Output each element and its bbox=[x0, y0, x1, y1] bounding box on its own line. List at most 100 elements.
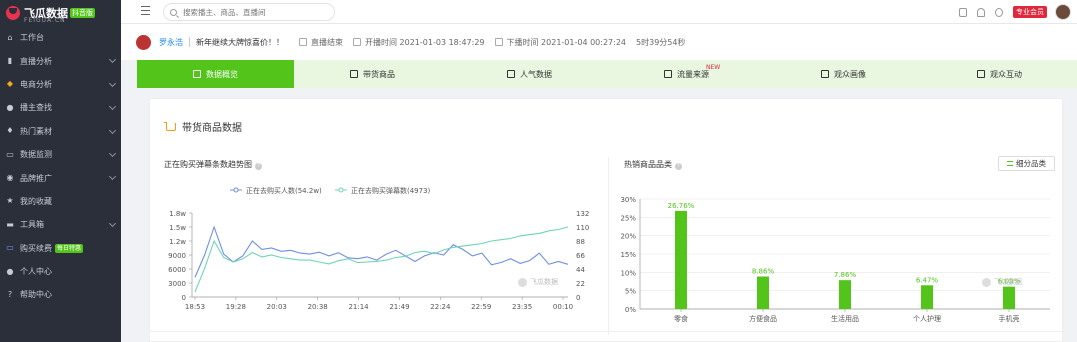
x-tick-label: 18:53 bbox=[185, 303, 205, 311]
tab[interactable]: 带货商品 bbox=[294, 60, 451, 88]
y-tick-label: 10% bbox=[620, 269, 636, 277]
subcategory-button-label: 细分品类 bbox=[1016, 159, 1046, 168]
help-icon[interactable]: ? bbox=[675, 163, 682, 170]
watermark-text: 飞瓜数据 bbox=[530, 278, 558, 286]
menu-toggle-icon[interactable] bbox=[141, 6, 150, 15]
sidebar-item[interactable]: ◉ 品牌推广 bbox=[0, 166, 121, 189]
x-tick-label: 方便食品 bbox=[749, 314, 777, 323]
anchor-avatar[interactable] bbox=[136, 34, 151, 50]
purchase-trend-chart[interactable]: 正在去购买人数(54.2w) 正在去购买弹幕数(4973) 0 3000 6000 900… bbox=[150, 181, 600, 319]
sidebar-item[interactable]: ♦ 热门素材 bbox=[0, 120, 121, 143]
y-right-tick-label: 88 bbox=[576, 238, 585, 246]
sidebar-item[interactable]: ▬ 工具箱 bbox=[0, 213, 121, 236]
tab[interactable]: 数据概览 bbox=[137, 60, 294, 88]
chart-bars-icon bbox=[193, 70, 201, 78]
sidebar-item[interactable]: ▮ 直播分析 bbox=[0, 49, 121, 72]
y-left-tick-label: 1.8w bbox=[169, 210, 186, 218]
bar[interactable] bbox=[757, 276, 769, 309]
sidebar-item[interactable]: ◆ 电商分析 bbox=[0, 73, 121, 96]
subcategory-button[interactable]: 细分品类 bbox=[998, 156, 1055, 171]
toolbox-icon: ▬ bbox=[6, 219, 14, 229]
sidebar-item-label: 电商分析 bbox=[20, 79, 52, 89]
sidebar-item-label: 品牌推广 bbox=[20, 173, 52, 183]
help-icon[interactable]: ? bbox=[255, 163, 262, 170]
section-title: 带货商品数据 bbox=[164, 119, 242, 134]
y-right-tick-label: 22 bbox=[576, 280, 585, 288]
chevron-down-icon bbox=[108, 220, 117, 228]
chevron-down-icon bbox=[108, 56, 117, 64]
start-time: 开播时间 2021-01-03 18:47:29 bbox=[353, 37, 485, 48]
x-tick-label: 20:03 bbox=[267, 303, 287, 311]
legend-label[interactable]: 正在去购买人数(54.2w) bbox=[246, 186, 322, 195]
divider bbox=[189, 37, 190, 47]
chart-divider bbox=[608, 157, 609, 335]
bar[interactable] bbox=[1003, 286, 1015, 309]
brand-badge: 抖音版 bbox=[70, 8, 95, 18]
series-line[interactable] bbox=[194, 225, 569, 278]
y-right-tick-label: 110 bbox=[576, 224, 589, 232]
y-tick-label: 5% bbox=[625, 288, 636, 296]
live-status: 直播结束 bbox=[299, 37, 343, 48]
search-input[interactable] bbox=[183, 7, 323, 17]
legend-label[interactable]: 正在去购买弹幕数(4973) bbox=[351, 186, 431, 195]
promo-badge: 每日特惠 bbox=[55, 243, 84, 253]
y-tick-label: 25% bbox=[620, 214, 636, 222]
logo-icon bbox=[6, 6, 20, 20]
sidebar-item[interactable]: ▭ 购买续费 每日特惠 bbox=[0, 237, 121, 260]
panel-divider bbox=[150, 331, 1064, 332]
sidebar-nav: ⌂ 工作台 ▮ 直播分析 ◆ 电商分析 ● 播主查找 ♦ 热门素材 ▭ 数据监测 ◉ 品牌推广 ★ 我的收藏 ▬… bbox=[0, 26, 121, 307]
mobile-icon[interactable] bbox=[959, 7, 967, 17]
home-icon: ⌂ bbox=[7, 32, 13, 42]
headset-icon[interactable] bbox=[995, 7, 1003, 17]
x-tick-label: 22:59 bbox=[471, 303, 491, 311]
sidebar-item[interactable]: ● 个人中心 bbox=[0, 260, 121, 283]
bell-icon[interactable] bbox=[977, 7, 985, 17]
sidebar-item-label: 帮助中心 bbox=[20, 290, 52, 300]
live-bars-icon: ▮ bbox=[7, 56, 13, 66]
chevron-down-icon bbox=[108, 103, 117, 111]
y-tick-label: 15% bbox=[620, 251, 636, 259]
sidebar-item[interactable]: ▭ 数据监测 bbox=[0, 143, 121, 166]
category-bar-chart[interactable]: 0% 5% 10% 15% 20% 25% 30% 26.76% 零食 8.86% 方便食品 7.86… bbox=[610, 185, 1062, 325]
tab[interactable]: 观众互动 bbox=[922, 60, 1077, 88]
tab-label: 人气数据 bbox=[520, 69, 552, 79]
anchor-name[interactable]: 罗永浩 bbox=[159, 37, 183, 48]
tab[interactable]: 人气数据 bbox=[451, 60, 608, 88]
sidebar-item-label: 数据监测 bbox=[20, 150, 52, 160]
tab[interactable]: 流量来源 NEW bbox=[608, 60, 765, 88]
sidebar: 飞瓜数据 抖音版 FEIGUA.CN ⌂ 工作台 ▮ 直播分析 ◆ 电商分析 ● 播主查找 ♦ 热… bbox=[0, 0, 121, 342]
x-tick-label: 生活用品 bbox=[831, 314, 859, 323]
sidebar-item[interactable]: ? 帮助中心 bbox=[0, 283, 121, 306]
portrait-icon bbox=[821, 70, 829, 78]
y-tick-label: 0% bbox=[625, 306, 636, 314]
bar[interactable] bbox=[921, 285, 933, 309]
new-badge: NEW bbox=[706, 64, 721, 71]
search-box[interactable] bbox=[163, 3, 335, 21]
room-title: 新年继续大牌惊喜价！！ bbox=[196, 37, 284, 47]
brand-logo[interactable]: 飞瓜数据 抖音版 FEIGUA.CN bbox=[0, 0, 121, 26]
x-tick-label: 手机壳 bbox=[999, 314, 1020, 323]
section-title-text: 带货商品数据 bbox=[182, 123, 242, 134]
sidebar-item[interactable]: ★ 我的收藏 bbox=[0, 190, 121, 213]
x-tick-label: 23:35 bbox=[512, 303, 532, 311]
watermark: 飞瓜数据 bbox=[518, 277, 558, 287]
x-tick-label: 22:24 bbox=[430, 303, 451, 311]
tab[interactable]: 观众画像 bbox=[765, 60, 922, 88]
chevron-down-icon bbox=[108, 173, 117, 181]
bag-icon bbox=[350, 70, 358, 78]
live-duration: 5时39分54秒 bbox=[636, 37, 686, 47]
sidebar-item-label: 我的收藏 bbox=[20, 196, 52, 206]
sidebar-item[interactable]: ⌂ 工作台 bbox=[0, 26, 121, 49]
sidebar-item[interactable]: ● 播主查找 bbox=[0, 96, 121, 119]
watermark-icon bbox=[982, 277, 991, 287]
bar[interactable] bbox=[675, 210, 687, 309]
fire-icon bbox=[507, 70, 515, 78]
user-avatar[interactable] bbox=[1055, 4, 1071, 20]
vip-badge[interactable]: 专业会员 bbox=[1013, 6, 1047, 18]
sidebar-item-label: 播主查找 bbox=[20, 103, 52, 113]
y-right-tick-label: 0 bbox=[576, 294, 580, 302]
y-left-tick-label: 3000 bbox=[168, 280, 186, 288]
y-tick-label: 30% bbox=[620, 196, 636, 204]
bar[interactable] bbox=[839, 280, 851, 309]
card-icon: ▭ bbox=[6, 243, 14, 253]
